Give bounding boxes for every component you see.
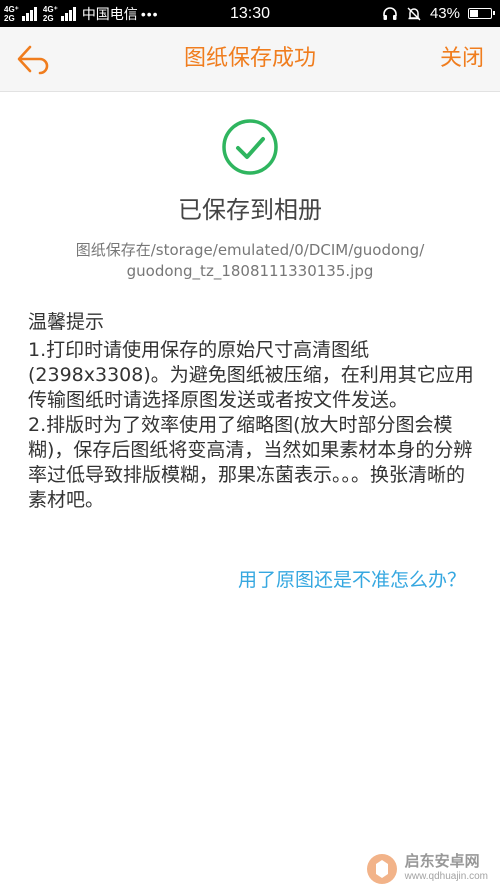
back-button[interactable] [16,42,56,76]
help-link[interactable]: 用了原图还是不准怎么办？ [238,565,466,592]
watermark: 启东安卓网 www.qdhuajin.com [365,852,488,886]
nav-bar: 图纸保存成功 关闭 [0,27,500,92]
save-path-line-1: 图纸保存在/storage/emulated/0/DCIM/guodong/ [75,241,425,259]
save-path: 图纸保存在/storage/emulated/0/DCIM/guodong/ g… [20,240,480,282]
watermark-url: www.qdhuajin.com [404,871,488,882]
watermark-logo-icon [366,854,397,884]
saved-message: 已保存到相册 [178,196,322,224]
checkmark-circle-icon [222,119,278,175]
status-bar: 4G⁺ 2G 4G⁺ 2G 中国电信 ••• 13:30 43% [0,0,500,27]
battery-percent: 43% [429,5,460,22]
alarm-icon [407,7,421,20]
headset-icon [383,6,397,20]
tip-item-2: 2.排版时为了效率使用了缩略图(放大时部分图会模糊)，保存后图纸将变高清，当然如… [28,414,473,511]
battery-fill [470,10,479,17]
status-right: 43% [382,0,495,27]
watermark-text: 启东安卓网 www.qdhuajin.com [405,854,488,884]
tip-item-1: 1.打印时请使用保存的原始尺寸高清图纸(2398x3308)。为避免图纸被压缩，… [28,339,474,411]
battery-icon [468,8,495,19]
save-path-line-2: guodong_tz_1808111330135.jpg [126,262,374,280]
close-button[interactable]: 关闭 [440,27,484,91]
tips-section: 温馨提示 1.打印时请使用保存的原始尺寸高清图纸(2398x3308)。为避免图… [28,310,476,513]
back-arrow-icon [17,45,49,75]
tips-title: 温馨提示 [28,311,105,333]
page-title: 图纸保存成功 [183,46,316,71]
watermark-name: 启东安卓网 [404,852,480,870]
